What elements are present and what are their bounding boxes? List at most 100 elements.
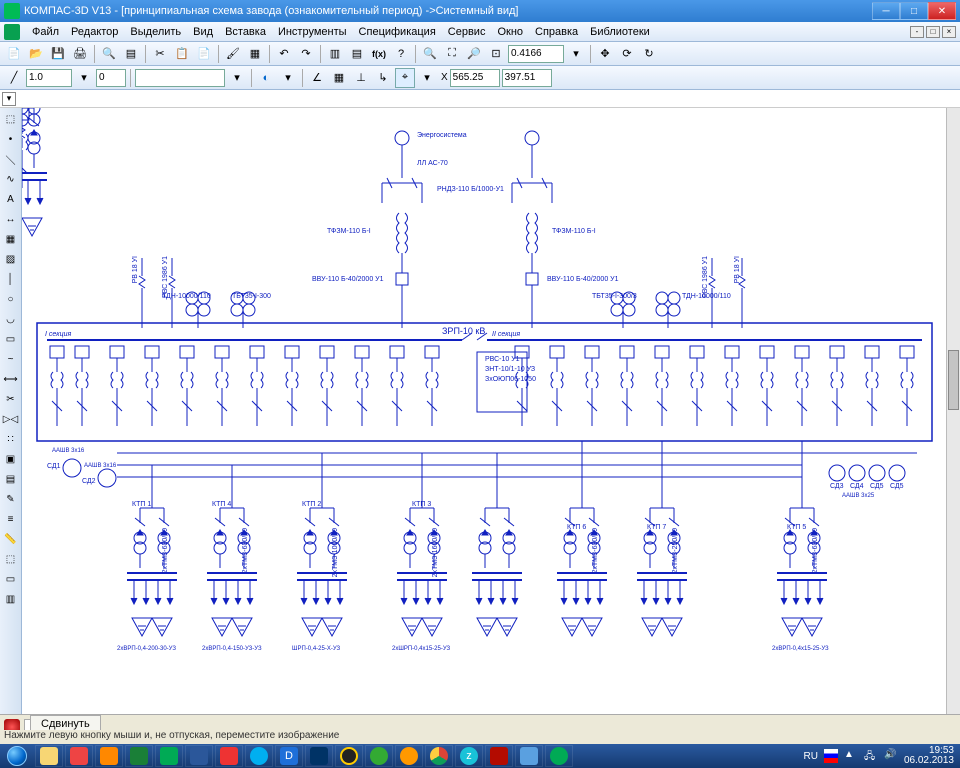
canvas[interactable]: Энергосистема ЛЛ АС-70 РНДЗ-110 Б/1000-У… <box>22 108 946 714</box>
menu-service[interactable]: Сервис <box>442 24 492 40</box>
tray-clock[interactable]: 19:5306.02.2013 <box>904 746 954 767</box>
xy-dd[interactable]: ▾ <box>417 68 437 88</box>
ortho-button[interactable]: ⊥ <box>351 68 371 88</box>
snap-toggle[interactable]: ◐ <box>256 68 276 88</box>
task-daum[interactable]: D <box>275 745 303 767</box>
tray-flag-icon[interactable] <box>824 749 838 763</box>
tool-dim2[interactable]: ⟷ <box>2 370 20 388</box>
rebuild-button[interactable]: ⟳ <box>617 44 637 64</box>
menu-libs[interactable]: Библиотеки <box>584 24 656 40</box>
layer-input[interactable] <box>96 69 126 87</box>
maximize-button[interactable]: □ <box>900 2 928 20</box>
menu-file[interactable]: Файл <box>26 24 65 40</box>
save-button[interactable]: 💾 <box>48 44 68 64</box>
zoom-dropdown[interactable]: ▾ <box>566 44 586 64</box>
tool-measure[interactable]: 📏 <box>2 530 20 548</box>
brush-button[interactable]: 🖌 <box>223 44 243 64</box>
task-zona[interactable]: z <box>455 745 483 767</box>
task-chrome[interactable] <box>425 745 453 767</box>
tool-hatch[interactable]: ▨ <box>2 250 20 268</box>
tool-v1[interactable]: │ <box>2 270 20 288</box>
undo-button[interactable]: ↶ <box>274 44 294 64</box>
tool-geometry[interactable]: ⬚ <box>2 110 20 128</box>
tool-cut[interactable]: ✂ <box>2 390 20 408</box>
line-weight-dd[interactable]: ▾ <box>74 68 94 88</box>
grid-button[interactable]: ▦ <box>245 44 265 64</box>
mdi-close[interactable]: × <box>942 26 956 38</box>
task-skype[interactable] <box>245 745 273 767</box>
manager-button[interactable]: ▥ <box>325 44 345 64</box>
task-app1[interactable] <box>155 745 183 767</box>
task-excel[interactable] <box>125 745 153 767</box>
task-app5[interactable] <box>395 745 423 767</box>
task-app2[interactable] <box>215 745 243 767</box>
tool-text[interactable]: A <box>2 190 20 208</box>
task-kompas-doc[interactable] <box>515 745 543 767</box>
tool-edit[interactable]: ✎ <box>2 490 20 508</box>
tool-rect[interactable]: ▭ <box>2 330 20 348</box>
line-weight-input[interactable] <box>26 69 72 87</box>
task-word[interactable] <box>185 745 213 767</box>
menu-tools[interactable]: Инструменты <box>272 24 353 40</box>
fx-button[interactable]: f(x) <box>369 44 389 64</box>
tool-frame[interactable]: ▭ <box>2 570 20 588</box>
task-explorer[interactable] <box>35 745 63 767</box>
task-app4[interactable] <box>335 745 363 767</box>
zoom-in-button[interactable]: 🔍 <box>420 44 440 64</box>
pan-button[interactable]: ✥ <box>595 44 615 64</box>
zoom-input[interactable] <box>508 45 564 63</box>
task-browser1[interactable] <box>65 745 93 767</box>
tool-table[interactable]: ▦ <box>2 230 20 248</box>
tool-param[interactable]: ≡ <box>2 510 20 528</box>
tool-curve[interactable]: ∿ <box>2 170 20 188</box>
start-button[interactable] <box>0 744 34 768</box>
tool-array[interactable]: ∷ <box>2 430 20 448</box>
tool-spec[interactable]: ▥ <box>2 590 20 608</box>
grid-toggle[interactable]: ▦ <box>329 68 349 88</box>
menu-view[interactable]: Вид <box>187 24 219 40</box>
line-style-button[interactable]: ╱ <box>4 68 24 88</box>
snap-dd[interactable]: ▾ <box>278 68 298 88</box>
tool-dim[interactable]: ↔ <box>2 210 20 228</box>
tool-lib2[interactable]: ▤ <box>2 470 20 488</box>
round-button[interactable]: ↳ <box>373 68 393 88</box>
task-kompas[interactable] <box>545 745 573 767</box>
mdi-max[interactable]: □ <box>926 26 940 38</box>
task-app3[interactable] <box>305 745 333 767</box>
menu-edit[interactable]: Редактор <box>65 24 124 40</box>
task-utor[interactable] <box>365 745 393 767</box>
cut-button[interactable]: ✂ <box>150 44 170 64</box>
menu-help[interactable]: Справка <box>529 24 584 40</box>
layers-button[interactable]: ▤ <box>347 44 367 64</box>
tool-arc[interactable]: ◡ <box>2 310 20 328</box>
task-browser2[interactable] <box>95 745 123 767</box>
redo-button[interactable]: ↷ <box>296 44 316 64</box>
tool-spline[interactable]: ~ <box>2 350 20 368</box>
paste-button[interactable]: 📄 <box>194 44 214 64</box>
close-button[interactable]: ✕ <box>928 2 956 20</box>
style-dd[interactable]: ▾ <box>227 68 247 88</box>
menu-select[interactable]: Выделить <box>124 24 187 40</box>
menu-insert[interactable]: Вставка <box>219 24 272 40</box>
tool-ellipse[interactable]: ○ <box>2 290 20 308</box>
preview-button[interactable]: 🔍 <box>99 44 119 64</box>
minimize-button[interactable]: ─ <box>872 2 900 20</box>
tray-lang[interactable]: RU <box>803 751 817 762</box>
angle-button[interactable]: ∠ <box>307 68 327 88</box>
tool-select[interactable]: ⬚ <box>2 550 20 568</box>
mdi-min[interactable]: - <box>910 26 924 38</box>
local-cs-button[interactable]: ⌖ <box>395 68 415 88</box>
scrollbar-vertical[interactable] <box>946 108 960 714</box>
open-button[interactable]: 📂 <box>26 44 46 64</box>
coord-y-input[interactable] <box>502 69 552 87</box>
style-combo[interactable] <box>135 69 225 87</box>
zoom-out-button[interactable]: 🔎 <box>464 44 484 64</box>
help-cursor-button[interactable]: ? <box>391 44 411 64</box>
new-button[interactable]: 📄 <box>4 44 24 64</box>
tray-up-icon[interactable]: ▲ <box>844 749 858 763</box>
copy-button[interactable]: 📋 <box>172 44 192 64</box>
task-pdf[interactable] <box>485 745 513 767</box>
tray-net-icon[interactable]: 🖧 <box>864 749 878 763</box>
tray-vol-icon[interactable]: 🔊 <box>884 749 898 763</box>
menu-spec[interactable]: Спецификация <box>353 24 442 40</box>
